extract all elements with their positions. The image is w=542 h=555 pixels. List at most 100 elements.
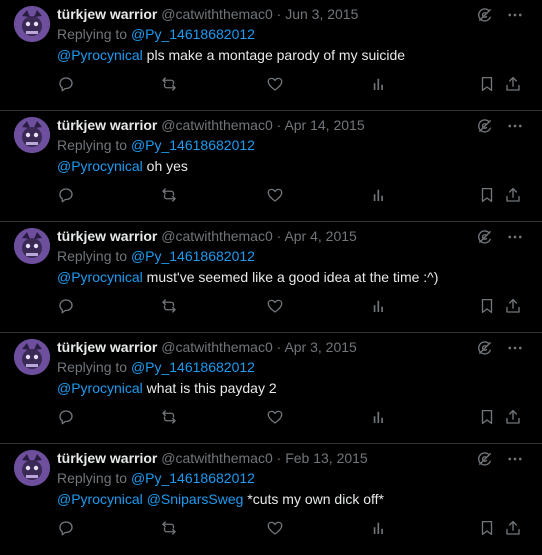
retweet-icon[interactable] — [160, 408, 178, 426]
retweet-icon[interactable] — [160, 519, 178, 537]
separator-dot: · — [276, 228, 282, 244]
user-handle[interactable]: @catwiththemac0 — [161, 228, 272, 244]
bookmark-icon[interactable] — [478, 519, 496, 537]
tweet-header: türkjew warrior @catwiththemac0 · Feb 13… — [57, 448, 530, 468]
tweet-text: @Pyrocynical what is this payday 2 — [57, 378, 530, 399]
tweet[interactable]: türkjew warrior @catwiththemac0 · Jun 3,… — [0, 0, 542, 111]
grok-icon[interactable] — [476, 228, 494, 246]
avatar[interactable] — [14, 228, 50, 264]
mention-link[interactable]: @SniparsSweg — [147, 491, 244, 507]
share-icon[interactable] — [504, 75, 522, 93]
views-icon[interactable] — [370, 297, 388, 315]
tweet-body: must've seemed like a good idea at the t… — [142, 269, 439, 285]
tweet-header: türkjew warrior @catwiththemac0 · Apr 4,… — [57, 226, 530, 246]
tweet[interactable]: türkjew warrior @catwiththemac0 · Apr 14… — [0, 111, 542, 222]
views-icon[interactable] — [370, 408, 388, 426]
like-icon[interactable] — [266, 75, 284, 93]
separator-dot: · — [276, 6, 282, 22]
bookmark-icon[interactable] — [478, 75, 496, 93]
tweet-date[interactable]: Apr 3, 2015 — [284, 339, 356, 355]
user-handle[interactable]: @catwiththemac0 — [161, 6, 272, 22]
reply-icon[interactable] — [57, 297, 75, 315]
replying-to-label: Replying to — [57, 248, 131, 264]
mention-link[interactable]: @Pyrocynical — [57, 491, 143, 507]
replying-to-label: Replying to — [57, 470, 131, 486]
replying-to-link[interactable]: @Py_14618682012 — [131, 470, 255, 486]
reply-icon[interactable] — [57, 186, 75, 204]
tweet-date[interactable]: Apr 4, 2015 — [284, 228, 356, 244]
replying-to: Replying to @Py_14618682012 — [57, 135, 530, 156]
views-icon[interactable] — [370, 186, 388, 204]
more-icon[interactable] — [506, 117, 524, 135]
tweet[interactable]: türkjew warrior @catwiththemac0 · Apr 3,… — [0, 333, 542, 444]
more-icon[interactable] — [506, 6, 524, 24]
bookmark-icon[interactable] — [478, 186, 496, 204]
replying-to: Replying to @Py_14618682012 — [57, 357, 530, 378]
grok-icon[interactable] — [476, 117, 494, 135]
tweet-actions — [57, 297, 530, 317]
reply-icon[interactable] — [57, 519, 75, 537]
tweet-body: *cuts my own dick off* — [243, 491, 384, 507]
like-icon[interactable] — [266, 408, 284, 426]
tweet[interactable]: türkjew warrior @catwiththemac0 · Feb 13… — [0, 444, 542, 555]
tweet-text: @Pyrocynical must've seemed like a good … — [57, 267, 530, 288]
tweet-body: oh yes — [142, 158, 188, 174]
avatar[interactable] — [14, 6, 50, 42]
separator-dot: · — [276, 450, 282, 466]
user-handle[interactable]: @catwiththemac0 — [161, 117, 272, 133]
avatar[interactable] — [14, 117, 50, 153]
bookmark-icon[interactable] — [478, 408, 496, 426]
mention-link[interactable]: @Pyrocynical — [57, 269, 143, 285]
replying-to-label: Replying to — [57, 137, 131, 153]
avatar[interactable] — [14, 339, 50, 375]
tweet-text: @Pyrocynical @SniparsSweg *cuts my own d… — [57, 489, 530, 510]
reply-icon[interactable] — [57, 408, 75, 426]
user-handle[interactable]: @catwiththemac0 — [161, 450, 272, 466]
reply-icon[interactable] — [57, 75, 75, 93]
like-icon[interactable] — [266, 297, 284, 315]
tweet-date[interactable]: Feb 13, 2015 — [285, 450, 368, 466]
mention-link[interactable]: @Pyrocynical — [57, 158, 143, 174]
replying-to-link[interactable]: @Py_14618682012 — [131, 248, 255, 264]
separator-dot: · — [276, 117, 282, 133]
like-icon[interactable] — [266, 519, 284, 537]
tweet-header: türkjew warrior @catwiththemac0 · Apr 14… — [57, 115, 530, 135]
grok-icon[interactable] — [476, 6, 494, 24]
mention-link[interactable]: @Pyrocynical — [57, 380, 143, 396]
tweet-text: @Pyrocynical pls make a montage parody o… — [57, 45, 530, 66]
more-icon[interactable] — [506, 450, 524, 468]
bookmark-icon[interactable] — [478, 297, 496, 315]
share-icon[interactable] — [504, 519, 522, 537]
user-handle[interactable]: @catwiththemac0 — [161, 339, 272, 355]
retweet-icon[interactable] — [160, 297, 178, 315]
display-name[interactable]: türkjew warrior — [57, 117, 157, 133]
display-name[interactable]: türkjew warrior — [57, 228, 157, 244]
grok-icon[interactable] — [476, 450, 494, 468]
views-icon[interactable] — [370, 75, 388, 93]
avatar[interactable] — [14, 450, 50, 486]
tweet[interactable]: türkjew warrior @catwiththemac0 · Apr 4,… — [0, 222, 542, 333]
grok-icon[interactable] — [476, 339, 494, 357]
replying-to-link[interactable]: @Py_14618682012 — [131, 26, 255, 42]
retweet-icon[interactable] — [160, 75, 178, 93]
tweet-date[interactable]: Apr 14, 2015 — [284, 117, 364, 133]
more-icon[interactable] — [506, 339, 524, 357]
replying-to-link[interactable]: @Py_14618682012 — [131, 359, 255, 375]
tweet-date[interactable]: Jun 3, 2015 — [285, 6, 358, 22]
display-name[interactable]: türkjew warrior — [57, 6, 157, 22]
share-icon[interactable] — [504, 297, 522, 315]
views-icon[interactable] — [370, 519, 388, 537]
mention-link[interactable]: @Pyrocynical — [57, 47, 143, 63]
retweet-icon[interactable] — [160, 186, 178, 204]
display-name[interactable]: türkjew warrior — [57, 450, 157, 466]
tweet-actions — [57, 519, 530, 539]
display-name[interactable]: türkjew warrior — [57, 339, 157, 355]
like-icon[interactable] — [266, 186, 284, 204]
replying-to-link[interactable]: @Py_14618682012 — [131, 137, 255, 153]
share-icon[interactable] — [504, 186, 522, 204]
replying-to: Replying to @Py_14618682012 — [57, 24, 530, 45]
tweet-feed: türkjew warrior @catwiththemac0 · Jun 3,… — [0, 0, 542, 555]
tweet-actions — [57, 186, 530, 206]
share-icon[interactable] — [504, 408, 522, 426]
more-icon[interactable] — [506, 228, 524, 246]
